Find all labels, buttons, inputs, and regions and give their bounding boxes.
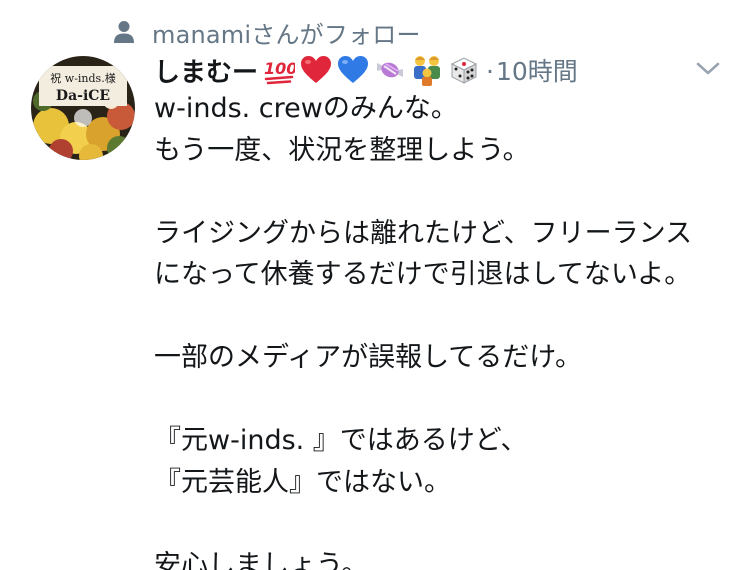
family-icon bbox=[411, 54, 443, 86]
hundred-points-icon: 100 bbox=[263, 54, 295, 86]
candy-icon bbox=[374, 54, 406, 86]
tweet-text-line bbox=[154, 503, 734, 545]
tweet-text-line: 『元w-inds. 』ではあるけど、 bbox=[154, 425, 528, 456]
tweet-text: w-inds. crewのみんな。 もう一度、状況を整理しよう。 ライジングから… bbox=[154, 88, 734, 570]
meta-separator: · bbox=[486, 57, 494, 86]
dice-icon bbox=[448, 54, 480, 86]
tweet-text-line: w-inds. crewのみんな。 bbox=[154, 93, 458, 124]
tweet[interactable]: manamiさんがフォロー 祝 w-inds.様 Da-iCE しまむー 100 bbox=[0, 0, 750, 570]
chevron-down-icon[interactable] bbox=[693, 58, 723, 80]
tweet-text-line bbox=[154, 379, 734, 421]
tweet-text-line: 一部のメディアが誤報してるだけ。 bbox=[154, 342, 582, 373]
cut-off-next-line bbox=[154, 562, 714, 570]
tweet-text-line: 『元芸能人』ではない。 bbox=[154, 466, 451, 498]
avatar-sign-line1: 祝 w-inds.様 bbox=[50, 71, 115, 85]
svg-text:100: 100 bbox=[264, 59, 295, 78]
display-name[interactable]: しまむー bbox=[154, 52, 258, 89]
tweet-text-line bbox=[154, 171, 734, 213]
tweet-text-line: ライジングからは離れたけど、フリーランス bbox=[154, 217, 693, 249]
blue-heart-icon bbox=[337, 54, 369, 86]
tweet-text-line: になって休養するだけで引退はしてないよ。 bbox=[154, 259, 692, 290]
tweet-text-line bbox=[154, 296, 734, 338]
person-icon bbox=[114, 21, 134, 43]
social-context-text[interactable]: manamiさんがフォロー bbox=[152, 15, 421, 50]
tweet-timestamp[interactable]: 10時間 bbox=[496, 57, 578, 86]
tweet-meta: ·10時間 bbox=[486, 52, 578, 88]
avatar[interactable]: 祝 w-inds.様 Da-iCE bbox=[31, 56, 135, 160]
red-heart-icon bbox=[300, 54, 332, 86]
tweet-text-line: もう一度、状況を整理しよう。 bbox=[154, 134, 530, 166]
tweet-header: しまむー 100 ·10時間 bbox=[154, 50, 578, 90]
avatar-sign-line2: Da-iCE bbox=[56, 88, 110, 104]
social-context: manamiさんがフォロー bbox=[113, 14, 421, 50]
